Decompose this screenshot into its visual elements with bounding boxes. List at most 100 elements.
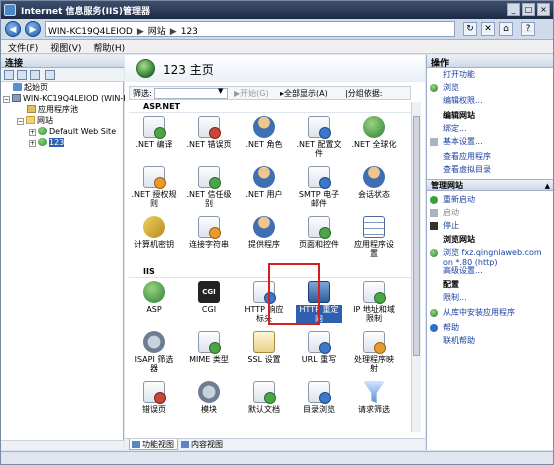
- feature-1-4[interactable]: IP 地址和域限制: [351, 281, 397, 323]
- feature-0-12[interactable]: 提供程序: [241, 216, 287, 258]
- up-icon[interactable]: [30, 70, 40, 80]
- menu-view[interactable]: 视图(V): [43, 40, 86, 54]
- feature-1-5[interactable]: ISAPI 筛选器: [131, 331, 177, 373]
- help-icon: [430, 324, 438, 332]
- filter-input[interactable]: [154, 88, 228, 99]
- forward-button[interactable]: ▶: [25, 21, 41, 37]
- feature-1-11[interactable]: 模块: [186, 381, 232, 423]
- feature-1-8[interactable]: URL 重写: [296, 331, 342, 373]
- collapse-icon[interactable]: −: [3, 96, 10, 103]
- tree-node-label: Default Web Site: [49, 127, 117, 136]
- maximize-button[interactable]: □: [522, 3, 535, 16]
- collapse-icon[interactable]: ▲: [545, 181, 550, 191]
- feature-0-2[interactable]: .NET 角色: [241, 116, 287, 158]
- feature-icon: [143, 331, 165, 353]
- feature-label: MIME 类型: [189, 355, 229, 364]
- action-label: 浏览 fxz.qingniaweb.com on *.80 (http): [443, 248, 542, 267]
- connect-icon[interactable]: [45, 70, 55, 80]
- action-label: 限制...: [443, 293, 467, 302]
- save-icon[interactable]: [17, 70, 27, 80]
- tab-content-view[interactable]: 内容视图: [179, 439, 226, 450]
- feature-icon: [253, 381, 276, 404]
- feature-icon: [253, 116, 275, 138]
- back-button[interactable]: ◀: [5, 21, 21, 37]
- expand-icon[interactable]: +: [29, 140, 36, 147]
- feature-0-6[interactable]: .NET 信任级别: [186, 166, 232, 208]
- browse-icon: [430, 249, 438, 257]
- action-label: 配置: [443, 280, 459, 289]
- feature-0-5[interactable]: .NET 授权规则: [131, 166, 177, 208]
- action-label: 编辑权限...: [443, 96, 483, 105]
- show-all-button[interactable]: ▸全部显示(A): [280, 88, 328, 99]
- action-13[interactable]: 浏览 fxz.qingniaweb.com on *.80 (http): [427, 248, 553, 268]
- features-vertical-scrollbar[interactable]: [411, 102, 421, 432]
- close-button[interactable]: ×: [537, 3, 550, 16]
- iis-manager-window: Internet 信息服务(IIS)管理器 _ □ × ◀ ▶ WIN-KC19…: [0, 0, 554, 465]
- home-icon[interactable]: ⌂: [499, 22, 513, 36]
- expand-icon[interactable]: +: [29, 129, 36, 136]
- tree-node-app-pools[interactable]: 应用程序池: [27, 105, 78, 115]
- feature-1-6[interactable]: MIME 类型: [186, 331, 232, 373]
- feature-0-9[interactable]: 会话状态: [351, 166, 397, 208]
- action-label: 浏览: [443, 83, 459, 92]
- help-icon[interactable]: ?: [521, 22, 535, 36]
- feature-1-1[interactable]: CGI CGI: [186, 281, 232, 323]
- filter-label: 筛选:: [133, 89, 152, 98]
- scrollbar-thumb[interactable]: [413, 116, 420, 356]
- feature-0-1[interactable]: .NET 错误页: [186, 116, 232, 158]
- feature-1-12[interactable]: 默认文档: [241, 381, 287, 423]
- feature-label: IP 地址和域限制: [353, 305, 395, 323]
- feature-icon: [308, 216, 331, 239]
- tree-node-start-page[interactable]: 起始页: [13, 83, 48, 93]
- feature-0-11[interactable]: 连接字符串: [186, 216, 232, 258]
- feature-label: 错误页: [142, 405, 166, 414]
- feature-icon: [253, 331, 275, 353]
- action-label: 启动: [443, 208, 459, 217]
- feature-1-14[interactable]: 请求筛选: [351, 381, 397, 423]
- action-label: 查看应用程序: [443, 152, 491, 161]
- tree-node-sites[interactable]: − 网站: [17, 116, 53, 126]
- tab-features-view[interactable]: 功能视图: [129, 439, 178, 450]
- features-view: 123 主页 筛选: ▼ ▶开始(G) ▸全部显示(A) |分组依据: ASP.…: [125, 55, 425, 450]
- action-8[interactable]: 管理网站 ▲: [427, 179, 553, 191]
- feature-0-4[interactable]: .NET 全球化: [351, 116, 397, 158]
- feature-0-3[interactable]: .NET 配置文件: [296, 116, 342, 158]
- breadcrumb[interactable]: WIN-KC19Q4LEIOD ▶ 网站 ▶ 123: [45, 21, 455, 37]
- feature-label: 计算机密钥: [134, 240, 174, 249]
- breadcrumb-site-123[interactable]: 123: [179, 25, 200, 36]
- menu-file[interactable]: 文件(F): [1, 40, 43, 54]
- feature-icon: [363, 216, 385, 238]
- feature-0-13[interactable]: 页面和控件: [296, 216, 342, 258]
- filter-dropdown-icon[interactable]: ▼: [218, 87, 223, 95]
- feature-1-10[interactable]: 错误页: [131, 381, 177, 423]
- tree-node-label: 起始页: [24, 83, 48, 92]
- group-header-aspnet[interactable]: ASP.NET: [129, 102, 411, 113]
- feature-0-7[interactable]: .NET 用户: [241, 166, 287, 208]
- breadcrumb-server[interactable]: WIN-KC19Q4LEIOD: [46, 25, 135, 36]
- feature-1-13[interactable]: 目录浏览: [296, 381, 342, 423]
- feature-1-9[interactable]: 处理程序映射: [351, 331, 397, 373]
- action-label: 查看虚拟目录: [443, 165, 491, 174]
- connections-horizontal-scrollbar[interactable]: [1, 440, 124, 450]
- feature-0-0[interactable]: .NET 编译: [131, 116, 177, 158]
- menu-help[interactable]: 帮助(H): [86, 40, 130, 54]
- feature-0-8[interactable]: SMTP 电子邮件: [296, 166, 342, 208]
- start-filter-button[interactable]: ▶开始(G): [234, 88, 269, 99]
- breadcrumb-sites[interactable]: 网站: [146, 22, 168, 36]
- feature-1-0[interactable]: ASP: [131, 281, 177, 323]
- tree-node-site-123[interactable]: +123: [29, 138, 65, 148]
- group-by-dropdown[interactable]: |分组依据:: [345, 88, 382, 99]
- feature-1-7[interactable]: SSL 设置: [241, 331, 287, 373]
- action-label: 管理网站: [431, 181, 463, 190]
- feature-icon: [308, 381, 331, 404]
- collapse-icon[interactable]: −: [17, 118, 24, 125]
- minimize-button[interactable]: _: [507, 3, 520, 16]
- feature-label: 应用程序设置: [354, 240, 394, 258]
- tree-node-default-web-site[interactable]: + Default Web Site: [29, 127, 116, 137]
- refresh-icon[interactable]: ↻: [463, 22, 477, 36]
- new-connection-icon[interactable]: [4, 70, 14, 80]
- feature-0-14[interactable]: 应用程序设置: [351, 216, 397, 258]
- feature-icon: [308, 166, 331, 189]
- stop-icon[interactable]: ✕: [481, 22, 495, 36]
- feature-0-10[interactable]: 计算机密钥: [131, 216, 177, 258]
